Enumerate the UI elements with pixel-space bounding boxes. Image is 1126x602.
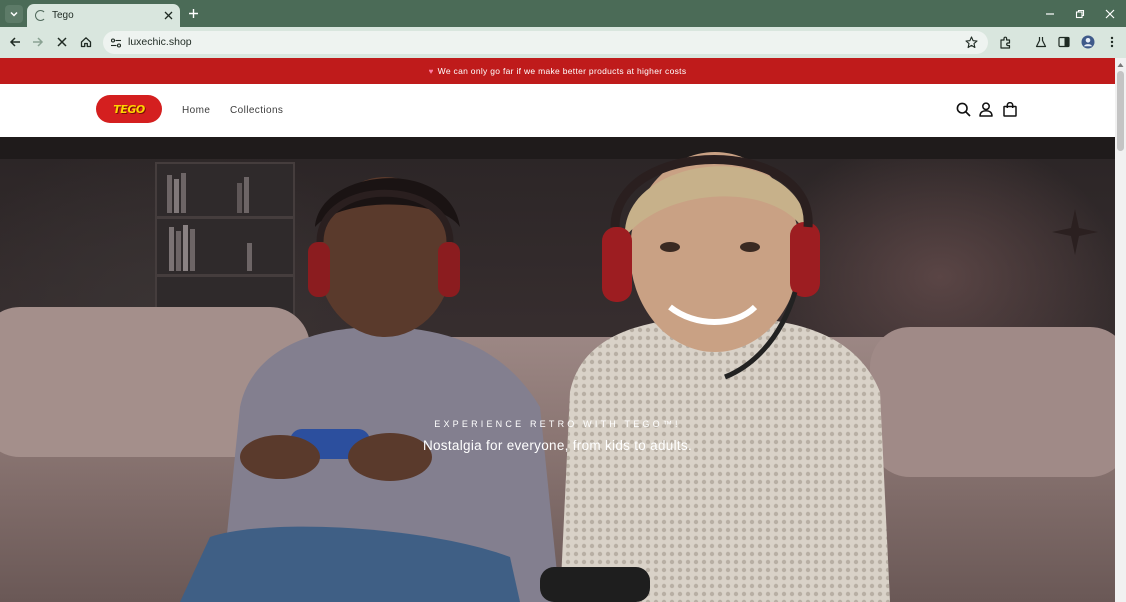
close-icon <box>164 11 172 20</box>
chevron-down-icon <box>10 11 18 17</box>
account-icon <box>979 102 993 117</box>
hero-subtitle: Nostalgia for everyone, from kids to adu… <box>422 438 693 453</box>
home-button[interactable] <box>78 34 94 50</box>
kebab-menu-icon <box>1110 36 1114 48</box>
new-tab-button[interactable] <box>186 6 200 20</box>
browser-menu-button[interactable] <box>1104 34 1120 50</box>
profile-icon <box>1081 35 1095 49</box>
profile-button[interactable] <box>1080 34 1096 50</box>
announcement-bar: ♥ We can only go far if we make better p… <box>0 58 1115 84</box>
browser-tab-strip: Tego <box>0 0 1126 27</box>
minimize-icon <box>1046 13 1054 15</box>
sofa-cushion-right <box>870 327 1115 477</box>
star-wall-decoration <box>1052 209 1098 255</box>
search-button[interactable] <box>955 101 971 118</box>
hero-banner: EXPERIENCE RETRO WITH TEGO™! Nostalgia f… <box>0 137 1115 602</box>
back-button[interactable] <box>7 34 23 50</box>
tab-close-button[interactable] <box>161 9 175 23</box>
forward-button[interactable] <box>30 34 46 50</box>
account-button[interactable] <box>978 101 994 118</box>
star-icon <box>965 36 978 49</box>
announcement-text: We can only go far if we make better pro… <box>437 66 687 76</box>
forward-icon <box>33 37 44 47</box>
minimize-button[interactable] <box>1043 7 1057 21</box>
search-icon <box>956 102 971 117</box>
side-panel-button[interactable] <box>1056 34 1072 50</box>
loading-spinner-icon <box>35 10 46 21</box>
tab-search-button[interactable] <box>5 5 23 23</box>
page-scrollbar[interactable] <box>1115 58 1126 602</box>
labs-button[interactable] <box>1033 34 1049 50</box>
side-panel-icon <box>1058 36 1070 48</box>
hero-eyebrow: EXPERIENCE RETRO WITH TEGO™! <box>434 419 681 429</box>
bookmark-star-button[interactable] <box>965 36 978 54</box>
address-bar[interactable]: luxechic.shop <box>103 31 988 54</box>
plus-icon <box>188 8 198 18</box>
restore-button[interactable] <box>1073 7 1087 21</box>
stop-icon <box>57 37 67 47</box>
home-icon <box>80 37 92 48</box>
close-icon <box>1105 9 1115 19</box>
restore-icon <box>1075 9 1085 19</box>
extensions-button[interactable] <box>997 34 1013 50</box>
back-icon <box>9 37 20 47</box>
url-text: luxechic.shop <box>128 36 192 48</box>
site-logo[interactable]: TEGO <box>96 95 162 123</box>
cart-button[interactable] <box>1002 101 1018 118</box>
browser-tab-active[interactable]: Tego <box>27 4 180 27</box>
site-info-icon[interactable] <box>110 36 122 54</box>
extensions-icon <box>999 36 1010 49</box>
gamer-man-figure <box>180 177 560 602</box>
logo-text: TEGO <box>113 102 145 116</box>
scroll-up-arrow-icon[interactable] <box>1117 62 1124 68</box>
labs-icon <box>1035 37 1047 48</box>
nav-link-home[interactable]: Home <box>182 105 210 116</box>
nav-link-collections[interactable]: Collections <box>230 105 283 116</box>
heart-icon: ♥ <box>428 66 434 76</box>
stop-loading-button[interactable] <box>54 34 70 50</box>
scrollbar-thumb[interactable] <box>1117 71 1124 151</box>
browser-toolbar: luxechic.shop <box>0 27 1126 58</box>
cart-icon <box>1003 102 1017 117</box>
window-close-button[interactable] <box>1103 7 1117 21</box>
site-header: TEGO Home Collections <box>0 84 1115 137</box>
tab-title: Tego <box>52 10 74 21</box>
gamer-woman-figure <box>540 152 890 602</box>
